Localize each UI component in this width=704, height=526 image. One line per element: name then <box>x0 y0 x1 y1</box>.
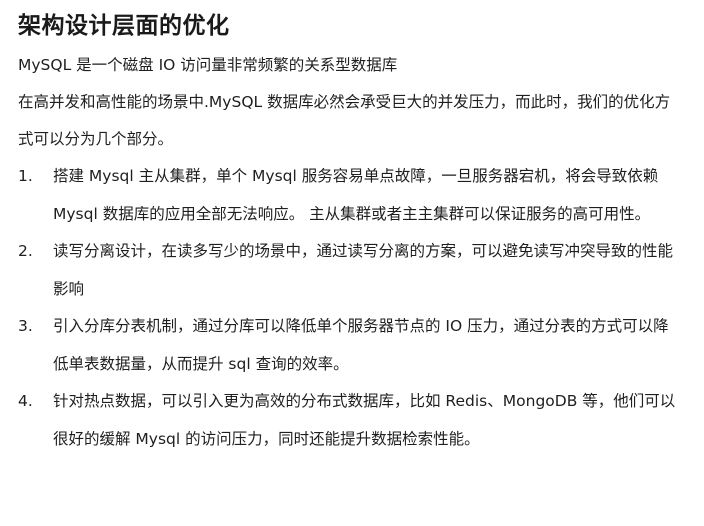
list-item-text: 引入分库分表机制，通过分库可以降低单个服务器节点的 IO 压力，通过分表的方式可… <box>53 317 669 373</box>
list-item: 1. 搭建 Mysql 主从集群，单个 Mysql 服务容易单点故障，一旦服务器… <box>18 158 682 233</box>
list-item-text: 搭建 Mysql 主从集群，单个 Mysql 服务容易单点故障，一旦服务器宕机，… <box>53 167 659 223</box>
list-item-number: 4. <box>18 392 33 410</box>
list-item-number: 2. <box>18 242 33 260</box>
intro-paragraph: 在高并发和高性能的场景中.MySQL 数据库必然会承受巨大的并发压力，而此时，我… <box>18 93 671 148</box>
list-item-number: 1. <box>18 167 33 185</box>
section-title: 架构设计层面的优化 <box>18 13 230 39</box>
optimization-list: 1. 搭建 Mysql 主从集群，单个 Mysql 服务容易单点故障，一旦服务器… <box>18 158 682 458</box>
list-item: 3. 引入分库分表机制，通过分库可以降低单个服务器节点的 IO 压力，通过分表的… <box>18 308 682 383</box>
list-item-text: 针对热点数据，可以引入更为高效的分布式数据库，比如 Redis、MongoDB … <box>53 392 676 448</box>
list-item-text: 读写分离设计，在读多写少的场景中，通过读写分离的方案，可以避免读写冲突导致的性能… <box>53 242 674 298</box>
list-item: 2. 读写分离设计，在读多写少的场景中，通过读写分离的方案，可以避免读写冲突导致… <box>18 233 682 308</box>
list-item-number: 3. <box>18 317 33 335</box>
list-item: 4. 针对热点数据，可以引入更为高效的分布式数据库，比如 Redis、Mongo… <box>18 383 682 458</box>
document-page: 架构设计层面的优化 MySQL 是一个磁盘 IO 访问量非常频繁的关系型数据库 … <box>0 0 704 526</box>
intro-line: MySQL 是一个磁盘 IO 访问量非常频繁的关系型数据库 <box>18 56 398 74</box>
